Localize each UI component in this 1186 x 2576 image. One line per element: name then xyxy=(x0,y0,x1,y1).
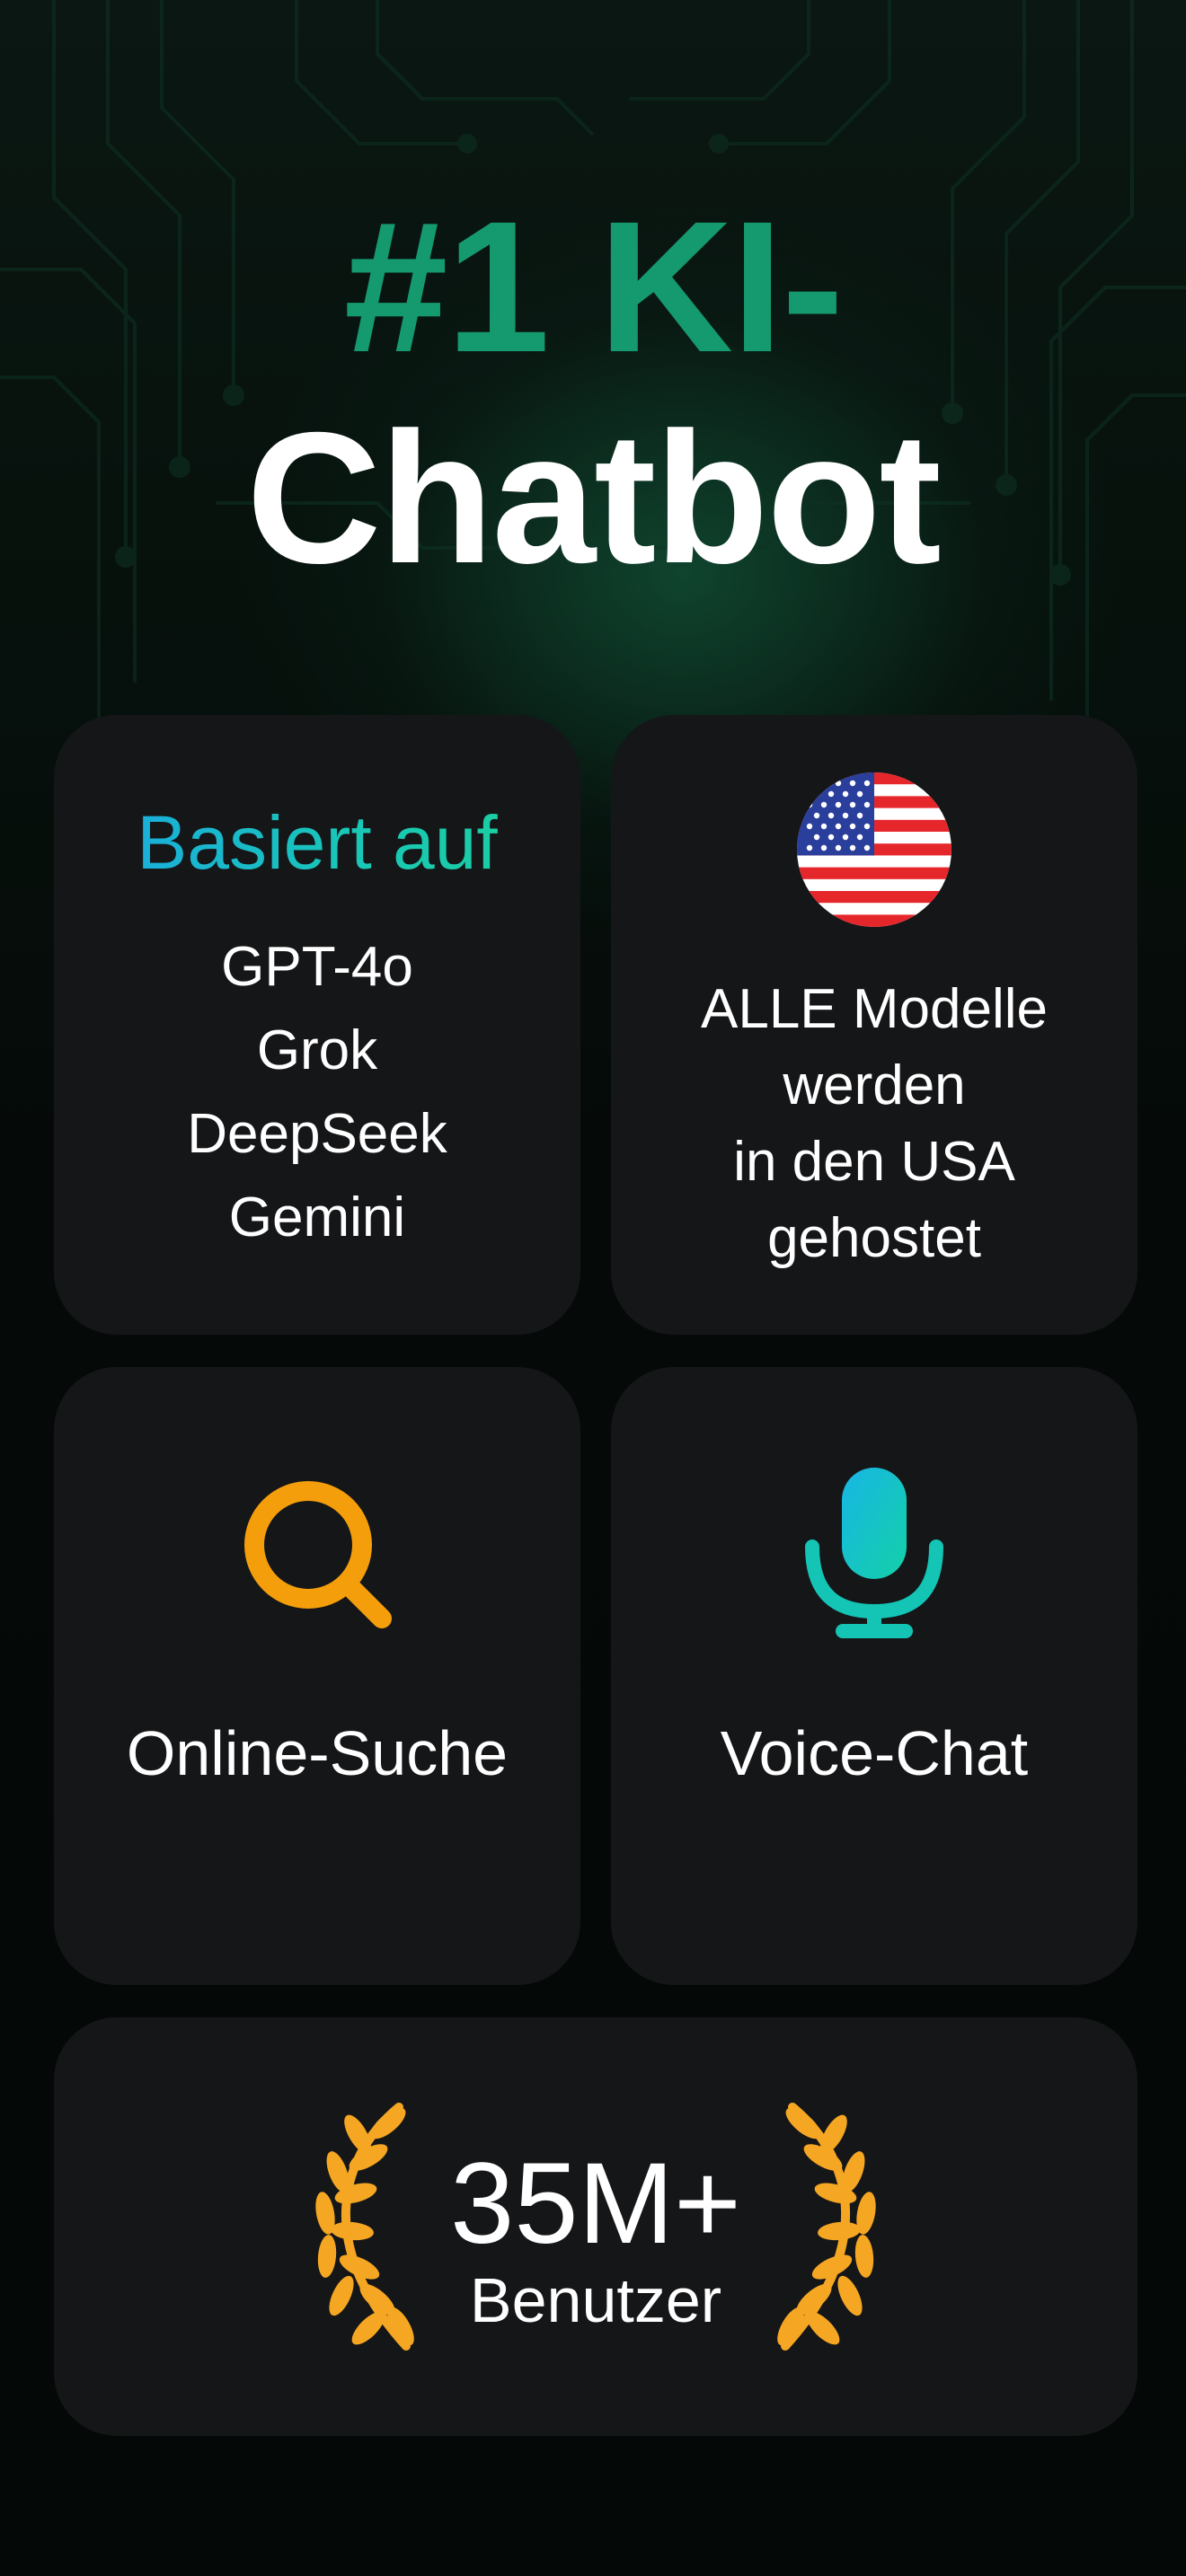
usa-hosting-text: ALLE Modelle werden in den USA gehostet xyxy=(611,971,1137,1276)
model-item: Gemini xyxy=(228,1187,406,1248)
headline-line-2: Chatbot xyxy=(246,394,942,603)
headline-line-1: #1 KI- xyxy=(343,183,844,392)
online-search-label: Online-Suche xyxy=(126,1718,509,1788)
laurel-wreath-right-icon xyxy=(777,2103,876,2351)
model-item: GPT-4o xyxy=(221,936,413,998)
model-item: DeepSeek xyxy=(187,1103,447,1165)
usa-hosting-card: ALLE Modelle werden in den USA gehostet xyxy=(611,715,1137,1335)
models-card: Basiert auf GPT-4o Grok DeepSeek Gemini xyxy=(54,715,580,1335)
users-label: Benutzer xyxy=(469,2265,722,2335)
usa-hosting-line: ALLE Modelle xyxy=(700,978,1049,1040)
online-search-card[interactable]: Online-Suche xyxy=(54,1367,580,1985)
based-on-heading: Basiert auf xyxy=(54,798,580,887)
users-card: 35M+ Benutzer xyxy=(54,2017,1137,2436)
usa-hosting-line: in den USA xyxy=(733,1131,1015,1193)
users-count: 35M+ xyxy=(450,2139,741,2268)
usa-hosting-line: werden xyxy=(783,1054,966,1116)
microphone-icon xyxy=(805,1468,943,1638)
model-item: Grok xyxy=(256,1019,378,1081)
search-icon xyxy=(244,1481,392,1628)
voice-chat-label: Voice-Chat xyxy=(720,1718,1029,1788)
us-flag-icon xyxy=(797,772,951,927)
voice-chat-card[interactable]: Voice-Chat xyxy=(611,1367,1137,1985)
usa-hosting-line: gehostet xyxy=(767,1207,981,1269)
model-list: GPT-4o Grok DeepSeek Gemini xyxy=(54,925,580,1259)
